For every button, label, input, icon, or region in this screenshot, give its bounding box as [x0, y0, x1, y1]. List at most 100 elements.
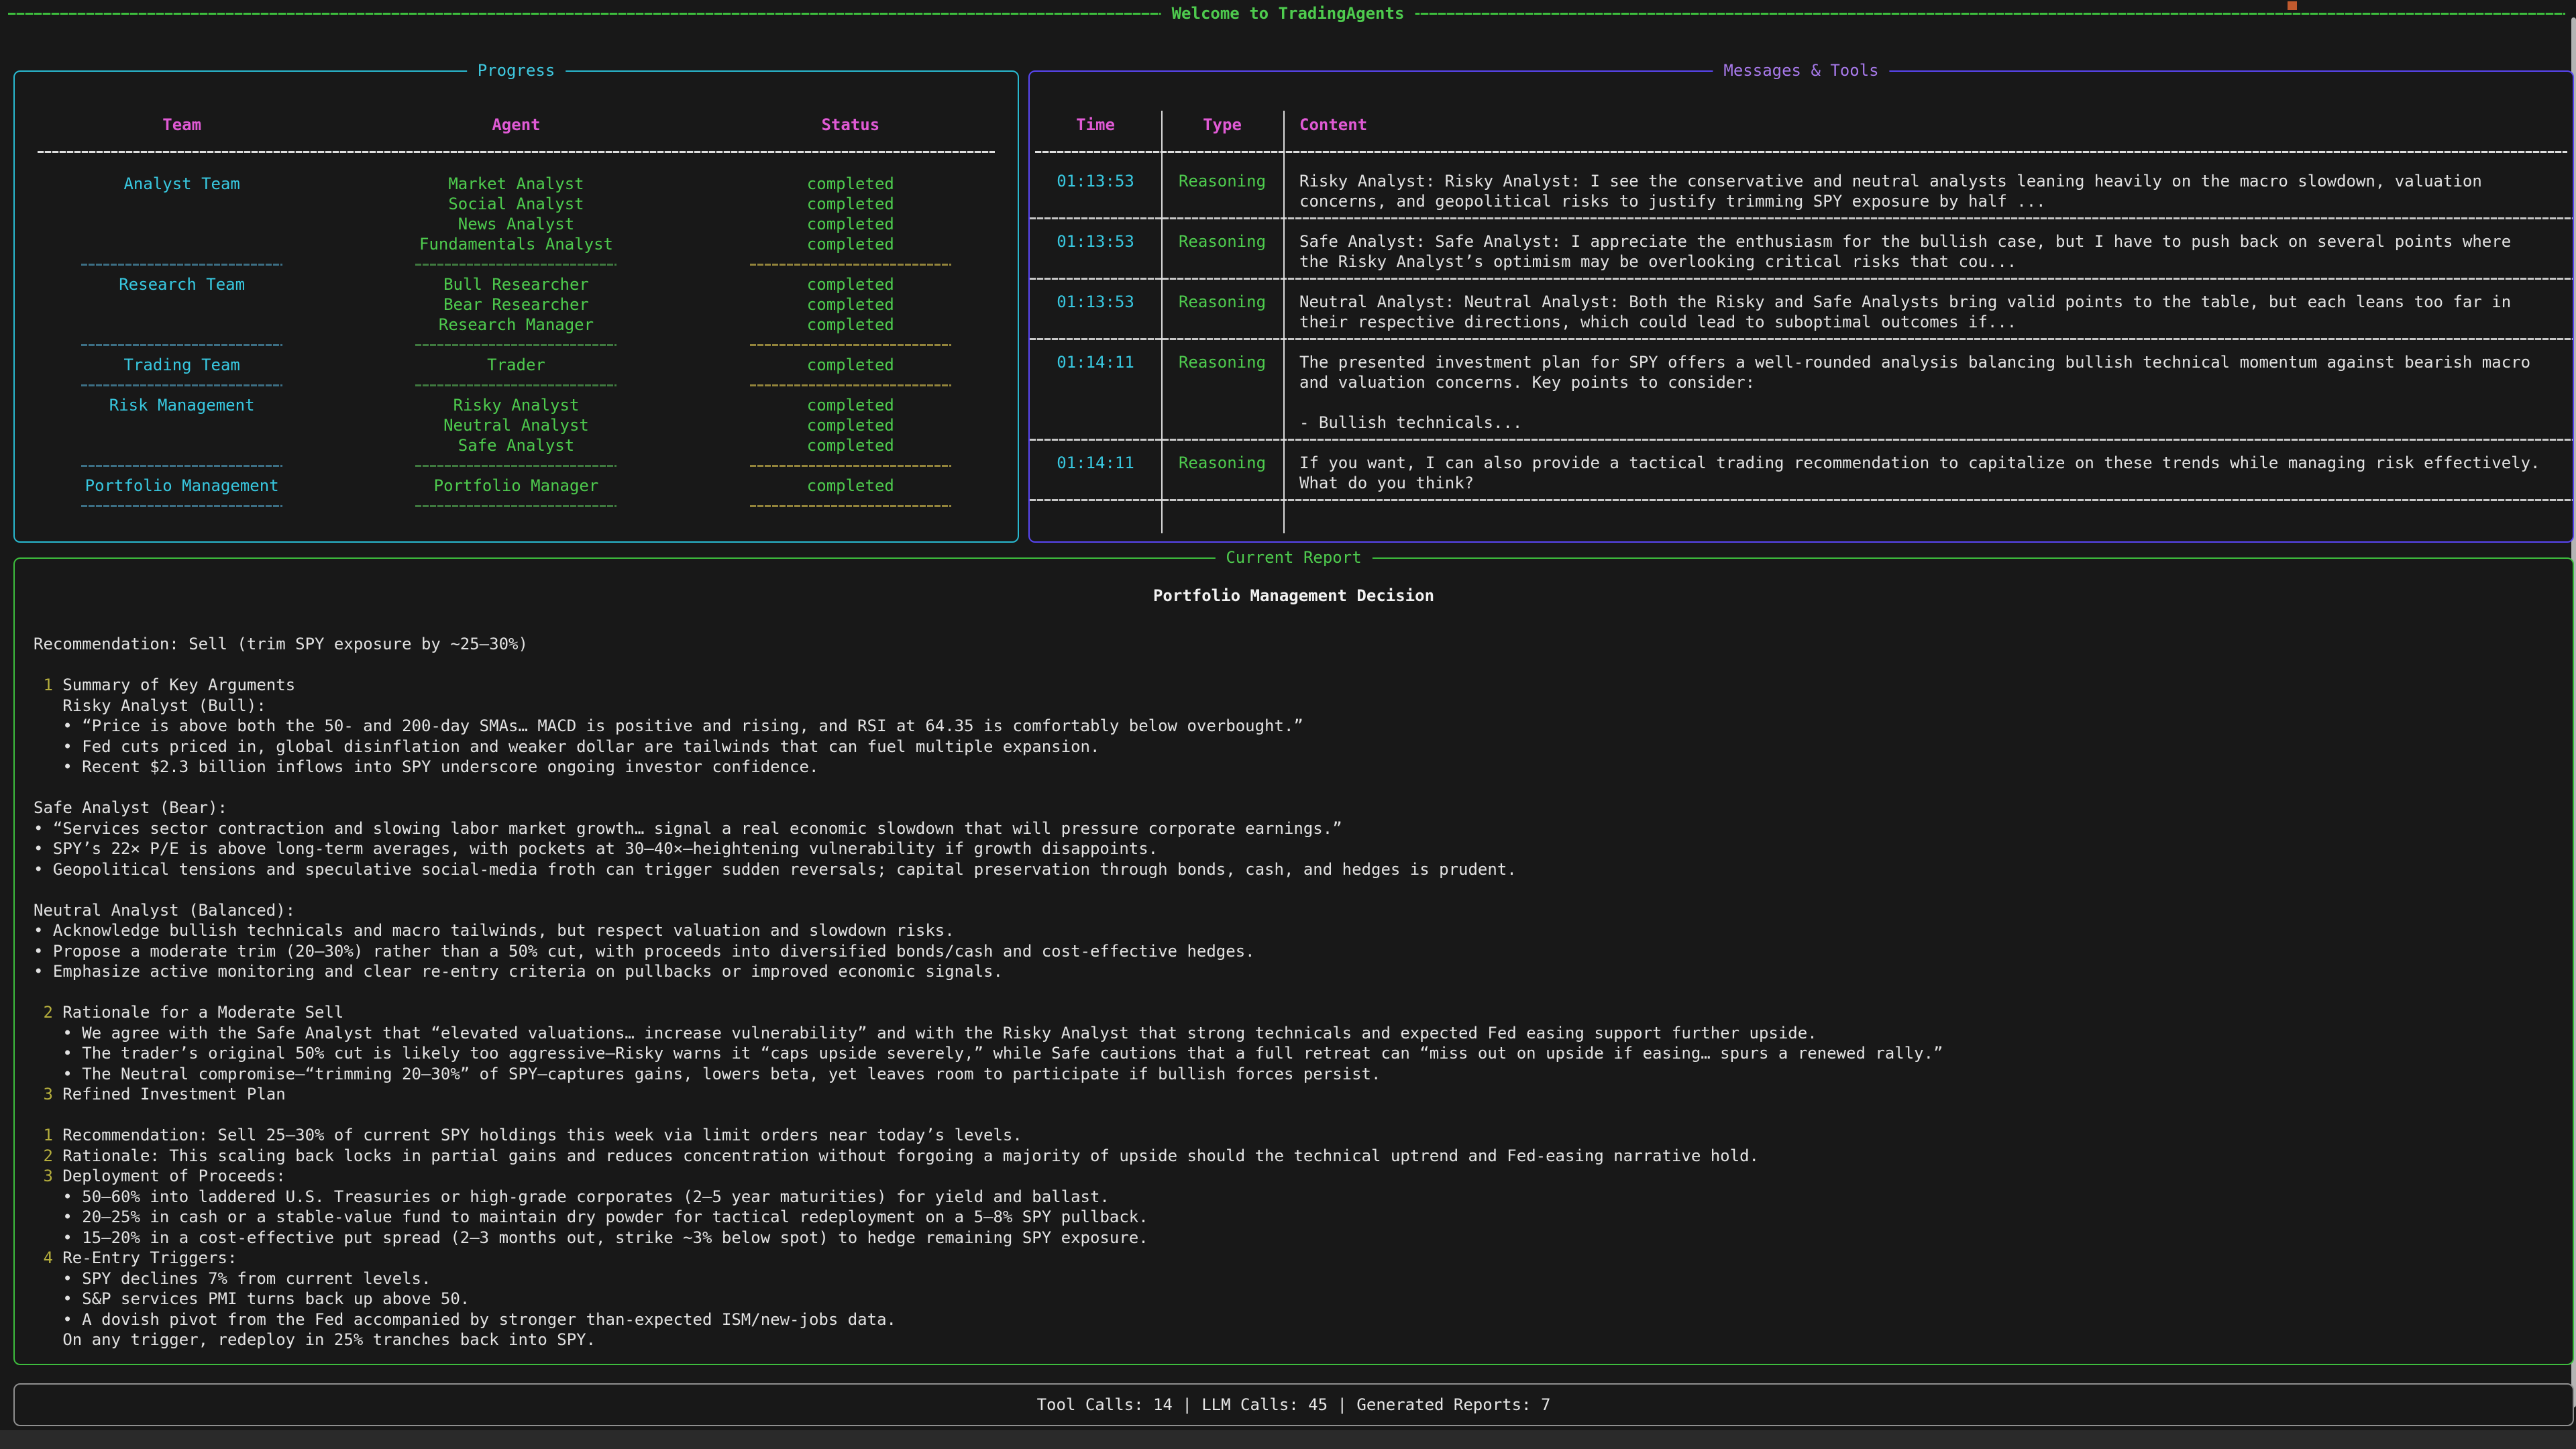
- report-line: • Geopolitical tensions and speculative …: [34, 859, 2554, 880]
- cell-team: Risk Management: [15, 395, 349, 415]
- cell-status: completed: [684, 174, 1018, 194]
- list-number: 2: [34, 1146, 53, 1165]
- report-line: • S&P services PMI turns back up above 5…: [34, 1289, 2554, 1309]
- cell-status: completed: [684, 476, 1018, 496]
- header-separator: [1035, 151, 2567, 153]
- status-bar-text: Tool Calls: 14 | LLM Calls: 45 | Generat…: [1037, 1395, 1551, 1415]
- cell-team: Research Team: [15, 274, 349, 294]
- cell-agent: Research Manager: [349, 315, 683, 335]
- separator-segment: [750, 465, 951, 467]
- message-content: If you want, I can also provide a tactic…: [1283, 453, 2573, 493]
- separator-segment: [415, 384, 616, 386]
- message-content: Safe Analyst: Safe Analyst: I appreciate…: [1283, 231, 2573, 272]
- report-line: 2 Rationale: This scaling back locks in …: [34, 1146, 2554, 1167]
- status-bar: Tool Calls: 14 | LLM Calls: 45 | Generat…: [13, 1383, 2574, 1426]
- cell-agent: Neutral Analyst: [349, 415, 683, 435]
- message-type: Reasoning: [1161, 453, 1283, 493]
- cell-status: completed: [684, 415, 1018, 435]
- report-line: 4 Re-Entry Triggers:: [34, 1248, 2554, 1269]
- cell-status: completed: [684, 355, 1018, 375]
- cell-team: Trading Team: [15, 355, 349, 375]
- group-separator: [15, 254, 1018, 274]
- report-line: • Emphasize active monitoring and clear …: [34, 961, 2554, 982]
- list-number: 4: [34, 1248, 53, 1267]
- cell-team: [15, 234, 349, 254]
- separator-segment: [750, 264, 951, 266]
- header-separator: [38, 151, 995, 153]
- report-line: On any trigger, redeploy in 25% tranches…: [34, 1330, 2554, 1350]
- list-number: 2: [34, 1003, 53, 1022]
- list-number: 3: [34, 1085, 53, 1104]
- list-number: 1: [34, 676, 53, 694]
- cell-agent: Bull Researcher: [349, 274, 683, 294]
- separator-segment: [81, 384, 282, 386]
- report-line: • Acknowledge bullish technicals and mac…: [34, 920, 2554, 941]
- message-type: Reasoning: [1161, 231, 1283, 272]
- column-header-time: Time: [1030, 115, 1161, 135]
- report-line: Risky Analyst (Bull):: [34, 696, 2554, 716]
- report-line: • Fed cuts priced in, global disinflatio…: [34, 737, 2554, 757]
- message-row: 01:14:11ReasoningThe presented investmen…: [1030, 340, 2573, 439]
- column-header-agent: Agent: [349, 115, 683, 135]
- report-line: 1 Recommendation: Sell 25–30% of current…: [34, 1125, 2554, 1146]
- report-line: • Propose a moderate trim (20–30%) rathe…: [34, 941, 2554, 962]
- welcome-rule: Welcome to TradingAgents: [0, 0, 2576, 30]
- cell-team: Portfolio Management: [15, 476, 349, 496]
- cell-agent: Social Analyst: [349, 194, 683, 214]
- report-line: Safe Analyst (Bear):: [34, 798, 2554, 818]
- cell-agent: Trader: [349, 355, 683, 375]
- progress-row: Bear Researchercompleted: [15, 294, 1018, 315]
- report-line: 3 Refined Investment Plan: [34, 1084, 2554, 1105]
- progress-table-body: Analyst TeamMarket AnalystcompletedSocia…: [15, 159, 1018, 516]
- message-time: 01:13:53: [1030, 292, 1161, 332]
- cell-status: completed: [684, 234, 1018, 254]
- separator-segment: [81, 344, 282, 346]
- report-line: • The Neutral compromise—“trimming 20–30…: [34, 1064, 2554, 1085]
- cell-agent: Risky Analyst: [349, 395, 683, 415]
- messages-panel-title: Messages & Tools: [1713, 60, 1889, 80]
- message-content: Neutral Analyst: Neutral Analyst: Both t…: [1283, 292, 2573, 332]
- messages-table-header: Time Type Content: [1030, 115, 2573, 135]
- report-line: • Recent $2.3 billion inflows into SPY u…: [34, 757, 2554, 777]
- cell-agent: Safe Analyst: [349, 435, 683, 455]
- message-row: 01:13:53ReasoningSafe Analyst: Safe Anal…: [1030, 219, 2573, 278]
- separator-segment: [81, 505, 282, 507]
- column-header-status: Status: [684, 115, 1018, 135]
- report-line: • “Price is above both the 50- and 200-d…: [34, 716, 2554, 737]
- list-number: 1: [34, 1126, 53, 1144]
- cell-team: [15, 315, 349, 335]
- progress-row: Trading TeamTradercompleted: [15, 355, 1018, 375]
- message-row: 01:13:53ReasoningRisky Analyst: Risky An…: [1030, 159, 2573, 217]
- separator-segment: [415, 465, 616, 467]
- progress-row: Social Analystcompleted: [15, 194, 1018, 214]
- current-report-panel: Current Report Portfolio Management Deci…: [13, 557, 2574, 1365]
- window-footer-strip: [0, 1430, 2576, 1449]
- message-type: Reasoning: [1161, 352, 1283, 433]
- cell-team: [15, 214, 349, 234]
- progress-table-header: Team Agent Status: [15, 115, 1018, 135]
- group-separator: [15, 496, 1018, 516]
- column-header-type: Type: [1161, 115, 1283, 135]
- report-line: [34, 982, 2554, 1003]
- message-time: 01:14:11: [1030, 453, 1161, 493]
- group-separator: [15, 375, 1018, 395]
- report-line: • SPY declines 7% from current levels.: [34, 1269, 2554, 1289]
- welcome-rule-title: Welcome to TradingAgents: [1161, 3, 1415, 23]
- progress-row: Safe Analystcompleted: [15, 435, 1018, 455]
- messages-panel: Messages & Tools Time Type Content 01:13…: [1028, 70, 2574, 543]
- separator-segment: [415, 505, 616, 507]
- cell-agent: Fundamentals Analyst: [349, 234, 683, 254]
- progress-row: Analyst TeamMarket Analystcompleted: [15, 174, 1018, 194]
- progress-row: Research TeamBull Researchercompleted: [15, 274, 1018, 294]
- column-header-team: Team: [15, 115, 349, 135]
- message-time: 01:14:11: [1030, 352, 1161, 433]
- progress-row: Neutral Analystcompleted: [15, 415, 1018, 435]
- report-line: Recommendation: Sell (trim SPY exposure …: [34, 634, 2554, 655]
- cell-team: [15, 435, 349, 455]
- report-line: 1 Summary of Key Arguments: [34, 675, 2554, 696]
- report-line: [34, 655, 2554, 676]
- progress-panel: Progress Team Agent Status Analyst TeamM…: [13, 70, 1019, 543]
- report-line: • 20–25% in cash or a stable-value fund …: [34, 1207, 2554, 1228]
- report-line: 3 Deployment of Proceeds:: [34, 1166, 2554, 1187]
- report-line: [34, 777, 2554, 798]
